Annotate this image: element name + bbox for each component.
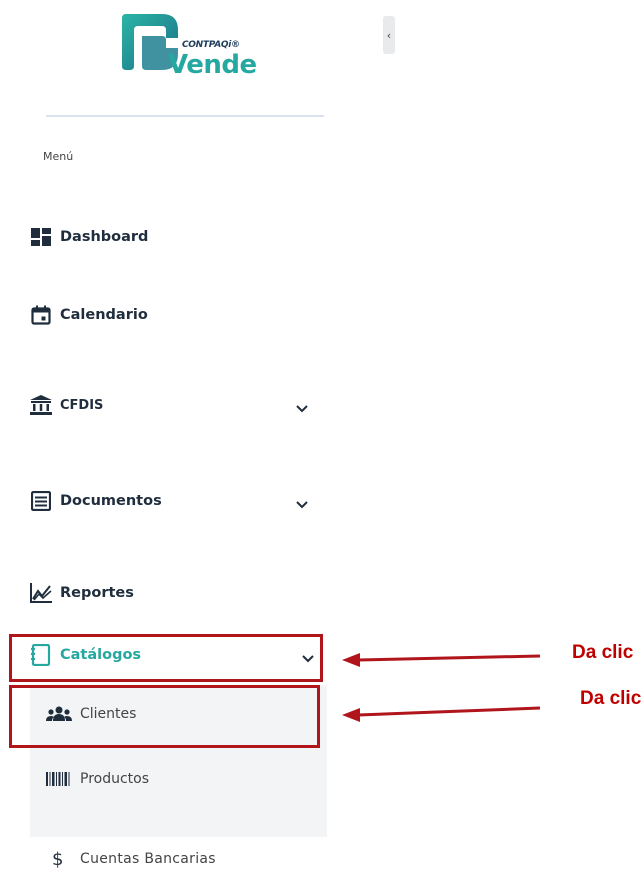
submenu-item-label: Cuentas Bancarias xyxy=(80,851,216,867)
dashboard-icon xyxy=(30,226,52,248)
chevron-down-icon[interactable] xyxy=(296,494,308,513)
logo-brand-big: Vende xyxy=(168,50,257,80)
sidebar-item-reportes[interactable]: Reportes xyxy=(30,576,320,610)
submenu-item-label: Productos xyxy=(80,771,150,787)
arrow-clientes xyxy=(342,706,541,722)
app-logo: CONTPAQi® Vende xyxy=(116,10,257,80)
bank-icon xyxy=(30,394,52,416)
collapse-sidebar-button[interactable]: ‹ xyxy=(383,16,395,54)
callout-label: Da clic xyxy=(580,688,642,709)
sidebar-item-dashboard[interactable]: Dashboard xyxy=(30,220,320,254)
divider xyxy=(46,115,324,117)
barcode-icon xyxy=(46,772,72,786)
dollar-icon: $ xyxy=(52,848,64,870)
chevron-left-icon: ‹ xyxy=(386,28,392,42)
callout-label: Da clic xyxy=(572,642,634,663)
chevron-down-icon[interactable] xyxy=(296,398,308,417)
sidebar-item-label: Dashboard xyxy=(60,229,149,245)
logo-brand-small: CONTPAQi® xyxy=(182,40,240,50)
highlight-box-catalogos xyxy=(9,634,323,682)
chart-icon xyxy=(30,582,52,604)
sidebar-item-label: CFDIS xyxy=(60,397,104,413)
submenu-item-cuentas-bancarias[interactable]: $ Cuentas Bancarias xyxy=(46,844,216,874)
sidebar-item-documentos[interactable]: Documentos xyxy=(30,484,320,518)
sidebar-item-label: Documentos xyxy=(60,493,162,509)
sidebar-item-calendario[interactable]: Calendario xyxy=(30,298,320,332)
list-icon xyxy=(30,490,52,512)
sidebar-item-label: Calendario xyxy=(60,307,148,323)
sidebar-item-cfdis[interactable]: CFDIS xyxy=(30,388,320,422)
submenu-item-productos[interactable]: Productos xyxy=(46,764,149,794)
arrow-catalogos xyxy=(342,653,541,667)
calendar-icon xyxy=(30,304,52,326)
sidebar-item-label: Reportes xyxy=(60,585,134,601)
highlight-box-clientes xyxy=(9,685,320,748)
menu-title: Menú xyxy=(43,150,74,163)
